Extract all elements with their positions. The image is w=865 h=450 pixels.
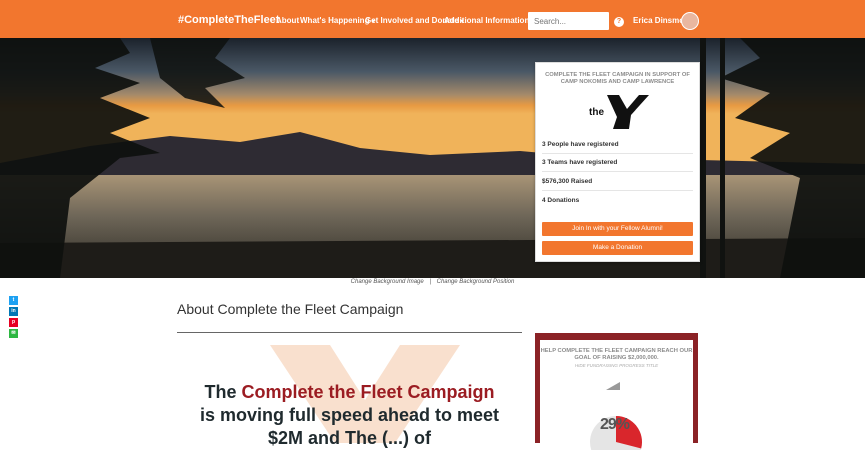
join-alumni-button[interactable]: Join In with your Fellow Alumni!	[542, 222, 693, 236]
question-circle-icon[interactable]: ?	[614, 17, 624, 27]
section-divider	[177, 332, 522, 333]
stat-teams-registered: 3 Teams have registered	[542, 159, 693, 172]
nav-item-about[interactable]: About	[276, 16, 299, 25]
avatar[interactable]	[681, 12, 699, 30]
email-icon[interactable]: ✉	[9, 329, 18, 338]
about-section-title: About Complete the Fleet Campaign	[177, 301, 404, 317]
brand-link[interactable]: #CompleteTheFleet	[178, 14, 279, 26]
background-controls: Change Background Image | Change Backgro…	[0, 279, 865, 285]
ymca-logo: the	[583, 93, 651, 131]
stat-people-registered: 3 People have registered	[542, 141, 693, 154]
progress-sailboat-graphic	[590, 382, 642, 450]
linkedin-icon[interactable]: in	[9, 307, 18, 316]
hide-progress-title-link[interactable]: HIDE FUNDRAISING PROGRESS TITLE	[540, 363, 693, 368]
pinterest-icon[interactable]: p	[9, 318, 18, 327]
goal-title: HELP COMPLETE THE FLEET CAMPAIGN REACH O…	[540, 348, 693, 361]
stat-donations: 4 Donations	[542, 197, 580, 204]
y-logo-mark	[607, 95, 649, 129]
campaign-summary-card: COMPLETE THE FLEET CAMPAIGN IN SUPPORT O…	[535, 62, 700, 262]
change-background-image-link[interactable]: Change Background Image	[351, 279, 424, 285]
headline-highlight: Complete the Fleet Campaign	[241, 382, 495, 402]
progress-percent: 29%	[600, 416, 630, 433]
top-navbar: #CompleteTheFleet About What's Happening…	[0, 0, 865, 38]
hero-background-image	[0, 38, 865, 278]
about-headline: The Complete the Fleet Campaign is movin…	[177, 381, 522, 450]
twitter-icon[interactable]: t	[9, 296, 18, 305]
goal-panel-body: HELP COMPLETE THE FLEET CAMPAIGN REACH O…	[540, 340, 693, 450]
nav-item-additional-info[interactable]: Additional Information▾	[444, 16, 534, 25]
change-background-position-link[interactable]: Change Background Position	[437, 279, 515, 285]
fundraising-goal-panel: HELP COMPLETE THE FLEET CAMPAIGN REACH O…	[535, 333, 698, 450]
headline-prefix: The	[204, 382, 242, 402]
nav-item-whats-happening[interactable]: What's Happening ▾	[300, 16, 374, 25]
headline-line-3: $2M and The (...) of	[267, 428, 431, 448]
headline-line-2: is moving full speed ahead to meet	[199, 405, 500, 425]
make-donation-button[interactable]: Make a Donation	[542, 241, 693, 255]
search-input[interactable]	[528, 12, 609, 30]
stat-amount-raised: $576,300 Raised	[542, 178, 693, 191]
card-title: COMPLETE THE FLEET CAMPAIGN IN SUPPORT O…	[545, 72, 690, 85]
lake-sunset-illustration	[0, 38, 865, 278]
separator: |	[429, 279, 431, 285]
